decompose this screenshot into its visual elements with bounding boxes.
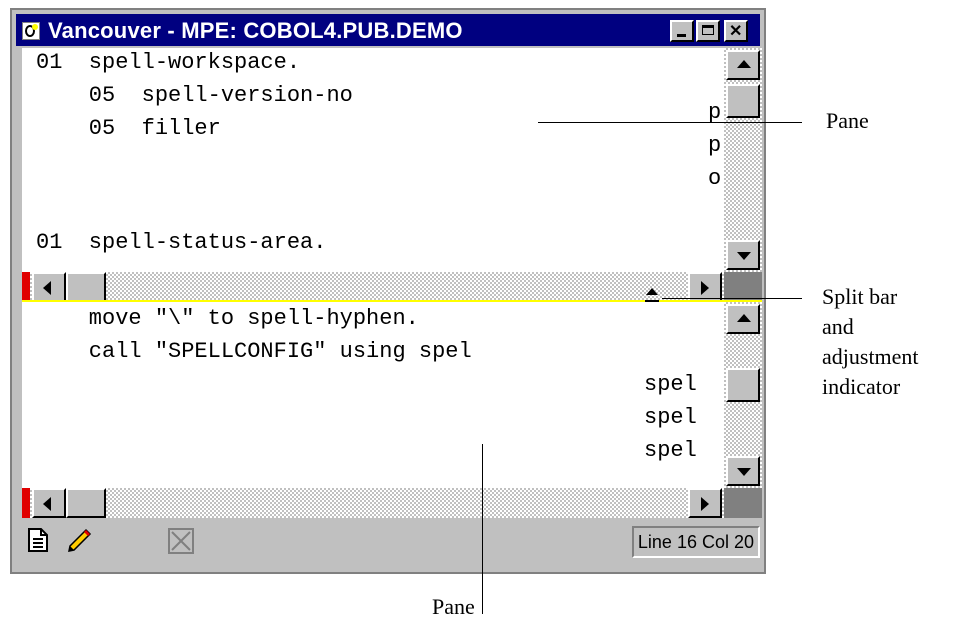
editor-window: Vancouver - MPE: COBOL4.PUB.DEMO 01 spel…	[10, 8, 766, 574]
window-title: Vancouver - MPE: COBOL4.PUB.DEMO	[48, 18, 463, 43]
code-line: 05 filler	[36, 116, 221, 141]
callout-line-top-pane	[538, 122, 802, 123]
scroll-thumb[interactable]	[66, 272, 106, 302]
document-icon[interactable]	[28, 528, 48, 552]
code-line: 01 spell-workspace.	[36, 50, 301, 75]
code-line: 01 spell-status-area.	[36, 230, 327, 255]
scroll-corner	[724, 488, 762, 518]
top-vertical-scrollbar[interactable]	[724, 48, 762, 272]
callout-line-split-bar	[662, 298, 802, 299]
disabled-x-icon	[168, 528, 194, 554]
scroll-right-icon[interactable]	[688, 488, 722, 518]
annotation-top-pane: Pane	[826, 108, 869, 133]
bottom-vertical-scrollbar[interactable]	[724, 302, 762, 488]
scroll-thumb[interactable]	[726, 368, 760, 402]
code-line: 05 spell-version-no	[36, 83, 353, 108]
scroll-up-icon[interactable]	[726, 304, 760, 334]
annotation-bottom-pane: Pane	[432, 594, 475, 619]
scroll-down-icon[interactable]	[726, 240, 760, 270]
callout-line-bottom-pane	[482, 444, 483, 614]
scroll-down-icon[interactable]	[726, 456, 760, 486]
cursor-position: Line 16 Col 20	[631, 526, 760, 558]
bottom-horizontal-scrollbar[interactable]	[22, 488, 724, 518]
truncated-text: spel	[644, 372, 697, 397]
app-icon[interactable]	[22, 22, 40, 40]
top-editor-pane[interactable]: 01 spell-workspace. 05 spell-version-no …	[22, 48, 724, 272]
code-line: move "\" to spell-hyphen.	[36, 306, 419, 331]
title-bar[interactable]: Vancouver - MPE: COBOL4.PUB.DEMO	[16, 14, 760, 46]
left-margin-marker	[22, 272, 30, 302]
close-button[interactable]	[724, 20, 748, 42]
annotation-split-bar-3: adjustment	[822, 344, 919, 369]
truncated-text: p	[708, 133, 722, 158]
code-line: call "SPELLCONFIG" using spel	[36, 339, 472, 364]
truncated-text: o	[708, 166, 722, 191]
bottom-editor-pane[interactable]: move "\" to spell-hyphen. call "SPELLCON…	[22, 302, 724, 488]
left-margin-marker	[22, 488, 30, 518]
truncated-text: spel	[644, 438, 697, 463]
truncated-text: spel	[644, 405, 697, 430]
maximize-button[interactable]	[696, 20, 720, 42]
scroll-up-icon[interactable]	[726, 50, 760, 80]
annotation-split-bar-1: Split bar	[822, 284, 898, 309]
scroll-thumb[interactable]	[726, 84, 760, 118]
scroll-left-icon[interactable]	[32, 488, 66, 518]
annotation-split-bar-4: indicator	[822, 374, 901, 399]
top-horizontal-scrollbar[interactable]	[22, 272, 724, 302]
status-bar: Line 16 Col 20	[22, 522, 762, 560]
pencil-icon[interactable]	[66, 528, 92, 554]
minimize-button[interactable]	[670, 20, 694, 42]
annotation-split-bar-2: and	[822, 314, 854, 339]
scroll-thumb[interactable]	[66, 488, 106, 518]
scroll-left-icon[interactable]	[32, 272, 66, 302]
